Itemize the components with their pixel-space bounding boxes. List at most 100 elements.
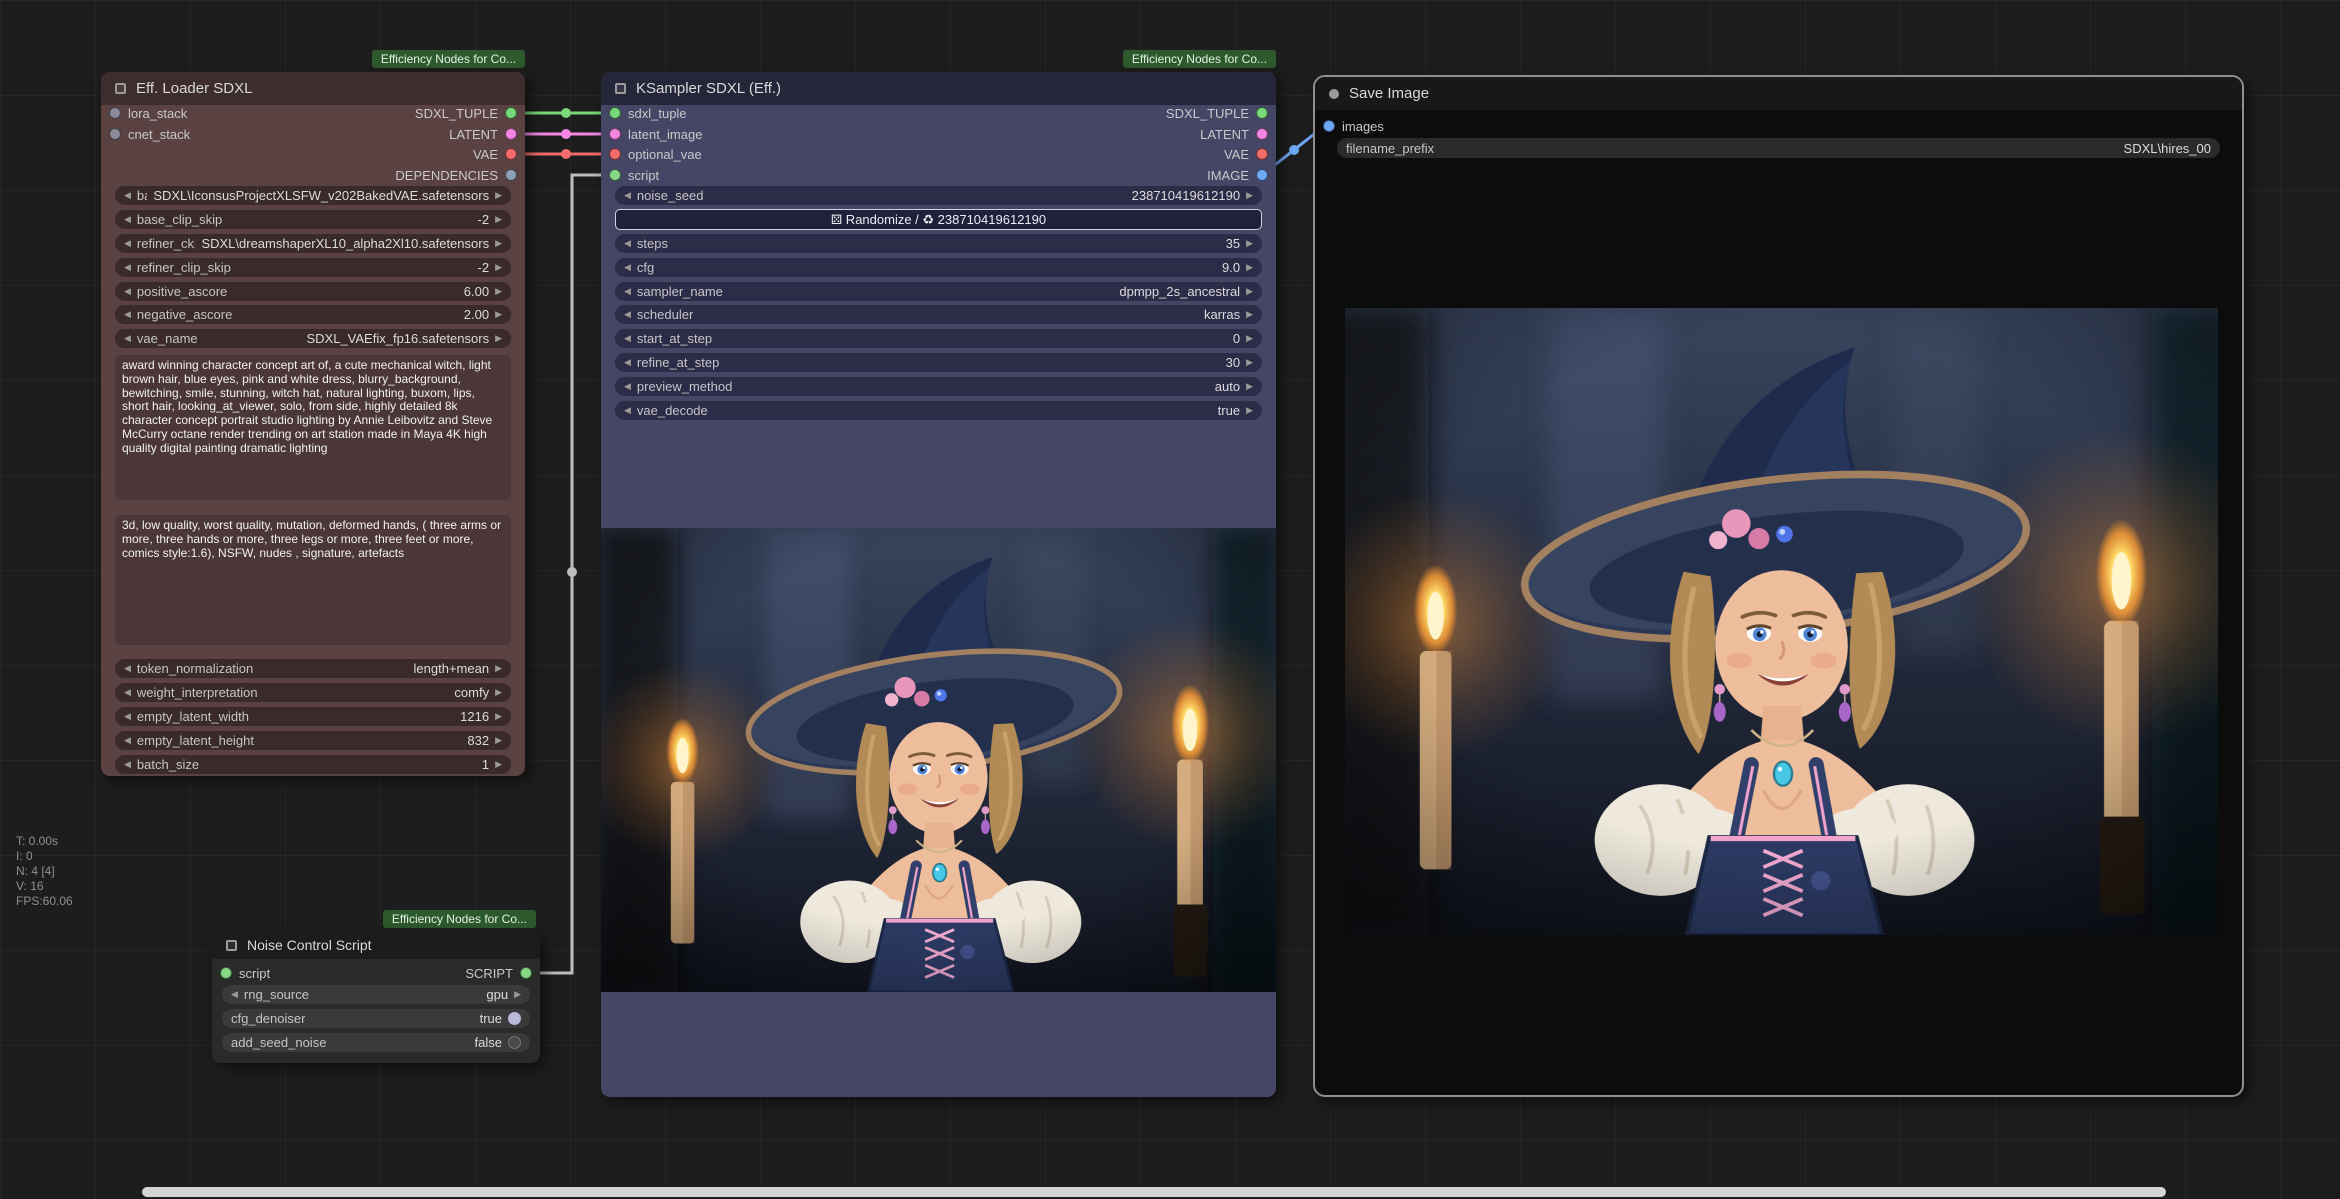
widget-cfg[interactable]: ◀ cfg 9.0 ▶: [615, 258, 1262, 277]
input-port-script[interactable]: script: [609, 165, 659, 185]
arrow-left-icon[interactable]: ◀: [624, 358, 631, 367]
input-port-lora-stack[interactable]: lora_stack: [109, 103, 187, 123]
output-port-sdxl-tuple[interactable]: SDXL_TUPLE: [415, 103, 517, 123]
widget-steps[interactable]: ◀ steps 35 ▶: [615, 234, 1262, 253]
widget-refiner-ckpt-name[interactable]: ◀ refiner_ckpt_name SDXL\dreamshaperXL10…: [115, 234, 511, 253]
widget-preview-method[interactable]: ◀ preview_method auto ▶: [615, 377, 1262, 396]
arrow-right-icon[interactable]: ▶: [1246, 382, 1253, 391]
arrow-left-icon[interactable]: ◀: [624, 382, 631, 391]
arrow-right-icon[interactable]: ▶: [1246, 239, 1253, 248]
arrow-left-icon[interactable]: ◀: [624, 406, 631, 415]
port-dot[interactable]: [520, 967, 532, 979]
widget-scheduler[interactable]: ◀ scheduler karras ▶: [615, 305, 1262, 324]
arrow-right-icon[interactable]: ▶: [495, 664, 502, 673]
output-port-image[interactable]: IMAGE: [1207, 165, 1268, 185]
widget-noise-seed[interactable]: ◀ noise_seed 238710419612190 ▶: [615, 186, 1262, 205]
arrow-right-icon[interactable]: ▶: [1246, 358, 1253, 367]
port-dot[interactable]: [1323, 120, 1335, 132]
port-dot[interactable]: [220, 967, 232, 979]
widget-empty-latent-height[interactable]: ◀ empty_latent_height 832 ▶: [115, 731, 511, 750]
arrow-right-icon[interactable]: ▶: [1246, 310, 1253, 319]
port-dot[interactable]: [505, 107, 517, 119]
collapse-icon[interactable]: [115, 83, 126, 94]
widget-rng-source[interactable]: ◀ rng_source gpu ▶: [222, 985, 530, 1004]
arrow-left-icon[interactable]: ◀: [124, 712, 131, 721]
port-dot[interactable]: [609, 107, 621, 119]
widget-start-at-step[interactable]: ◀ start_at_step 0 ▶: [615, 329, 1262, 348]
arrow-left-icon[interactable]: ◀: [124, 334, 131, 343]
node-titlebar[interactable]: Save Image: [1315, 77, 2242, 110]
port-dot[interactable]: [109, 107, 121, 119]
port-dot[interactable]: [1256, 169, 1268, 181]
output-port-sdxl-tuple[interactable]: SDXL_TUPLE: [1166, 103, 1268, 123]
input-port-script[interactable]: script: [220, 963, 270, 983]
port-dot[interactable]: [1256, 128, 1268, 140]
port-dot[interactable]: [609, 128, 621, 140]
arrow-right-icon[interactable]: ▶: [514, 990, 521, 999]
widget-refiner-clip-skip[interactable]: ◀ refiner_clip_skip -2 ▶: [115, 258, 511, 277]
arrow-left-icon[interactable]: ◀: [124, 215, 131, 224]
output-port-vae[interactable]: VAE: [473, 144, 517, 164]
widget-batch-size[interactable]: ◀ batch_size 1 ▶: [115, 755, 511, 774]
arrow-right-icon[interactable]: ▶: [495, 688, 502, 697]
widget-add-seed-noise[interactable]: add_seed_noise false: [222, 1033, 530, 1052]
node-titlebar[interactable]: Noise Control Script: [212, 931, 540, 959]
arrow-left-icon[interactable]: ◀: [124, 664, 131, 673]
collapse-icon[interactable]: [1329, 89, 1339, 99]
input-port-optional-vae[interactable]: optional_vae: [609, 144, 702, 164]
arrow-left-icon[interactable]: ◀: [124, 287, 131, 296]
arrow-left-icon[interactable]: ◀: [624, 263, 631, 272]
arrow-left-icon[interactable]: ◀: [124, 239, 131, 248]
arrow-right-icon[interactable]: ▶: [495, 310, 502, 319]
widget-weight-interpretation[interactable]: ◀ weight_interpretation comfy ▶: [115, 683, 511, 702]
widget-sampler-name[interactable]: ◀ sampler_name dpmpp_2s_ancestral ▶: [615, 282, 1262, 301]
port-dot[interactable]: [505, 128, 517, 140]
toggle-off-icon[interactable]: [508, 1036, 521, 1049]
arrow-right-icon[interactable]: ▶: [495, 760, 502, 769]
arrow-right-icon[interactable]: ▶: [495, 736, 502, 745]
widget-empty-latent-width[interactable]: ◀ empty_latent_width 1216 ▶: [115, 707, 511, 726]
arrow-right-icon[interactable]: ▶: [495, 334, 502, 343]
output-port-latent[interactable]: LATENT: [449, 124, 517, 144]
input-port-sdxl-tuple[interactable]: sdxl_tuple: [609, 103, 687, 123]
arrow-left-icon[interactable]: ◀: [624, 334, 631, 343]
port-dot[interactable]: [1256, 107, 1268, 119]
arrow-left-icon[interactable]: ◀: [624, 239, 631, 248]
arrow-left-icon[interactable]: ◀: [231, 990, 238, 999]
arrow-left-icon[interactable]: ◀: [124, 191, 131, 200]
widget-base-clip-skip[interactable]: ◀ base_clip_skip -2 ▶: [115, 210, 511, 229]
arrow-right-icon[interactable]: ▶: [495, 287, 502, 296]
node-titlebar[interactable]: KSampler SDXL (Eff.): [601, 72, 1276, 105]
arrow-right-icon[interactable]: ▶: [495, 191, 502, 200]
widget-filename-prefix[interactable]: filename_prefix SDXL\hires_00: [1337, 138, 2220, 158]
arrow-left-icon[interactable]: ◀: [124, 263, 131, 272]
toggle-on-icon[interactable]: [508, 1012, 521, 1025]
output-port-latent[interactable]: LATENT: [1200, 124, 1268, 144]
widget-token-normalization[interactable]: ◀ token_normalization length+mean ▶: [115, 659, 511, 678]
input-port-cnet-stack[interactable]: cnet_stack: [109, 124, 190, 144]
arrow-left-icon[interactable]: ◀: [124, 310, 131, 319]
widget-vae-name[interactable]: ◀ vae_name SDXL_VAEfix_fp16.safetensors …: [115, 329, 511, 348]
arrow-right-icon[interactable]: ▶: [495, 263, 502, 272]
port-dot[interactable]: [505, 148, 517, 160]
collapse-icon[interactable]: [226, 940, 237, 951]
output-port-script[interactable]: SCRIPT: [465, 963, 532, 983]
node-titlebar[interactable]: Eff. Loader SDXL: [101, 72, 525, 105]
arrow-left-icon[interactable]: ◀: [124, 736, 131, 745]
input-port-latent-image[interactable]: latent_image: [609, 124, 702, 144]
positive-prompt-textarea[interactable]: award winning character concept art of, …: [115, 355, 511, 500]
node-eff-loader-sdxl[interactable]: Eff. Loader SDXL lora_stack cnet_stack S…: [101, 72, 525, 776]
widget-negative-ascore[interactable]: ◀ negative_ascore 2.00 ▶: [115, 305, 511, 324]
node-graph-canvas[interactable]: Efficiency Nodes for Co... Efficiency No…: [0, 0, 2340, 1199]
arrow-right-icon[interactable]: ▶: [1246, 191, 1253, 200]
input-port-images[interactable]: images: [1323, 116, 1384, 136]
arrow-left-icon[interactable]: ◀: [624, 287, 631, 296]
output-port-dependencies[interactable]: DEPENDENCIES: [395, 165, 517, 185]
horizontal-scrollbar[interactable]: [142, 1187, 2166, 1197]
port-dot[interactable]: [109, 128, 121, 140]
arrow-right-icon[interactable]: ▶: [495, 239, 502, 248]
arrow-right-icon[interactable]: ▶: [1246, 263, 1253, 272]
port-dot[interactable]: [505, 169, 517, 181]
output-port-vae[interactable]: VAE: [1224, 144, 1268, 164]
arrow-right-icon[interactable]: ▶: [495, 215, 502, 224]
